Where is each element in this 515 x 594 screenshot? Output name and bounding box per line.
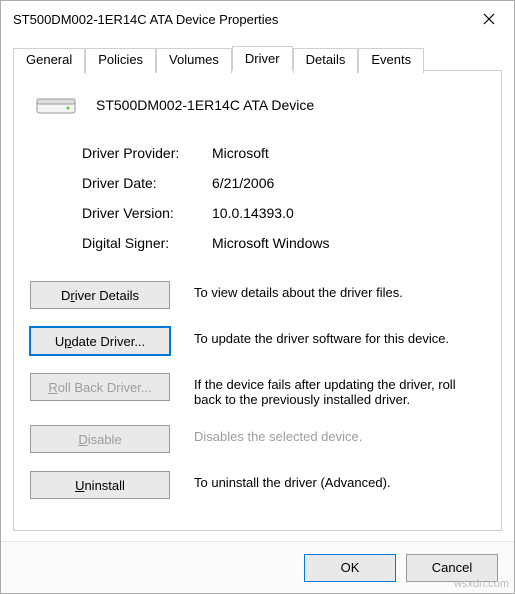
driver-details-button[interactable]: Driver Details [30,281,170,309]
uninstall-button[interactable]: Uninstall [30,471,170,499]
tab-volumes[interactable]: Volumes [156,48,232,73]
tab-details[interactable]: Details [293,48,359,73]
version-label: Driver Version: [82,205,212,221]
tab-label: General [26,52,72,67]
btn-label: Uninstall [75,478,125,493]
dialog-body: General Policies Volumes Driver Details … [1,37,514,541]
tab-label: Volumes [169,52,219,67]
tab-label: Policies [98,52,143,67]
version-value: 10.0.14393.0 [212,205,485,221]
driver-properties: Driver Provider: Microsoft Driver Date: … [82,145,485,251]
tab-policies[interactable]: Policies [85,48,156,73]
device-name: ST500DM002-1ER14C ATA Device [96,97,314,113]
signer-value: Microsoft Windows [212,235,485,251]
window-title: ST500DM002-1ER14C ATA Device Properties [13,12,466,27]
btn-label: Cancel [432,560,472,575]
row-driver-details: Driver Details To view details about the… [30,281,485,309]
provider-label: Driver Provider: [82,145,212,161]
disable-button: Disable [30,425,170,453]
rollback-driver-button: Roll Back Driver... [30,373,170,401]
close-icon [483,13,495,25]
uninstall-desc: To uninstall the driver (Advanced). [194,471,485,490]
update-driver-desc: To update the driver software for this d… [194,327,485,346]
close-button[interactable] [466,3,512,35]
tab-driver[interactable]: Driver [232,46,293,71]
dialog-footer: OK Cancel [1,541,514,593]
row-disable: Disable Disables the selected device. [30,425,485,453]
device-header: ST500DM002-1ER14C ATA Device [36,91,485,119]
row-uninstall: Uninstall To uninstall the driver (Advan… [30,471,485,499]
signer-label: Digital Signer: [82,235,212,251]
disable-desc: Disables the selected device. [194,425,485,444]
ok-button[interactable]: OK [304,554,396,582]
btn-label: Update Driver... [55,334,145,349]
tab-label: Details [306,52,346,67]
tab-label: Events [371,52,411,67]
tab-label: Driver [245,51,280,66]
driver-details-desc: To view details about the driver files. [194,281,485,300]
row-rollback-driver: Roll Back Driver... If the device fails … [30,373,485,407]
date-value: 6/21/2006 [212,175,485,191]
btn-label: Roll Back Driver... [48,380,151,395]
update-driver-button[interactable]: Update Driver... [30,327,170,355]
properties-dialog: ST500DM002-1ER14C ATA Device Properties … [0,0,515,594]
btn-label: OK [341,560,360,575]
hard-drive-icon [36,91,76,119]
tab-panel-driver: ST500DM002-1ER14C ATA Device Driver Prov… [13,70,502,531]
watermark: wsxdn.com [454,578,509,590]
btn-label: Disable [78,432,121,447]
provider-value: Microsoft [212,145,485,161]
btn-label: Driver Details [61,288,139,303]
tab-strip: General Policies Volumes Driver Details … [13,46,502,71]
tab-events[interactable]: Events [358,48,424,73]
date-label: Driver Date: [82,175,212,191]
rollback-driver-desc: If the device fails after updating the d… [194,373,485,407]
row-update-driver: Update Driver... To update the driver so… [30,327,485,355]
title-bar: ST500DM002-1ER14C ATA Device Properties [1,1,514,37]
tab-general[interactable]: General [13,48,85,73]
